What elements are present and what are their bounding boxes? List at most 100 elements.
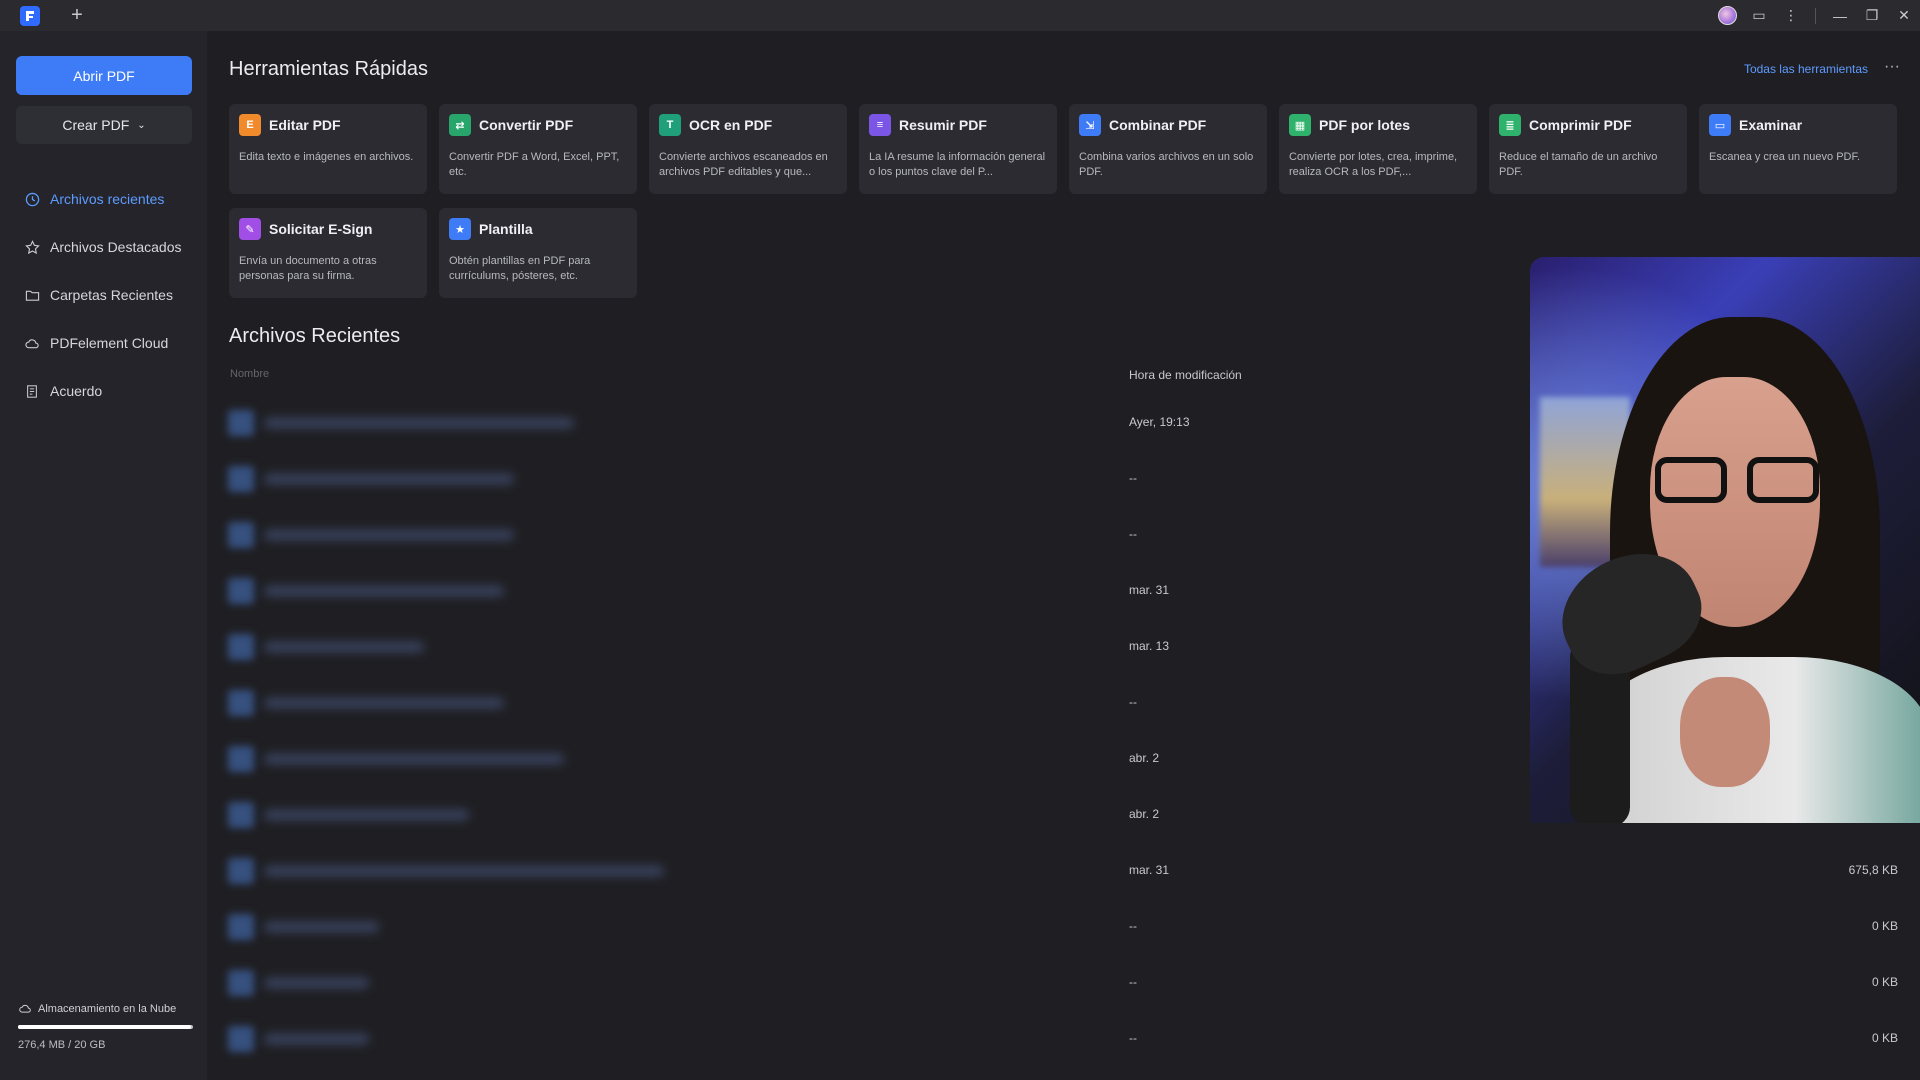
file-name-redacted <box>264 978 369 988</box>
pdf-file-icon <box>228 914 254 940</box>
more-options-icon[interactable]: ⋮ <box>1775 0 1807 31</box>
tool-icon: ≡ <box>869 114 891 136</box>
tool-description: Edita texto e imágenes en archivos. <box>239 151 414 163</box>
close-button[interactable]: ✕ <box>1888 0 1920 31</box>
tool-card[interactable]: ⇲ Combinar PDF Combina varios archivos en … <box>1069 104 1267 194</box>
tool-card[interactable]: ✎ Solicitar E-Sign Envía un documento a ot… <box>229 208 427 298</box>
more-options-icon[interactable]: ··· <box>1884 58 1900 76</box>
file-size: 675,8 KB <box>1848 863 1898 877</box>
cloud-icon <box>24 335 40 351</box>
tool-title: Editar PDF <box>269 117 341 133</box>
storage-label: Almacenamiento en la Nube <box>38 1003 177 1015</box>
tool-card[interactable]: ⇄ Convertir PDF Convertir PDF a Word, Exce… <box>439 104 637 194</box>
file-name-redacted <box>264 530 514 540</box>
file-modified-time: mar. 31 <box>1129 583 1170 597</box>
file-modified-time: abr. 2 <box>1129 751 1160 765</box>
tool-description: Convertir PDF a Word, Excel, PPT, etc. <box>449 151 620 178</box>
pdf-file-icon <box>228 802 254 828</box>
tool-icon: ⇄ <box>449 114 471 136</box>
webcam-overlay <box>1530 257 1920 823</box>
column-header-modified[interactable]: Hora de modificación <box>1129 368 1242 382</box>
file-name-redacted <box>264 698 504 708</box>
storage-usage: 276,4 MB / 20 GB <box>18 1039 106 1051</box>
file-name-redacted <box>264 474 514 484</box>
folder-icon <box>24 287 40 303</box>
file-name-redacted <box>264 754 564 764</box>
create-pdf-button[interactable]: Crear PDF ⌄ <box>16 106 192 144</box>
quick-tools-title: Herramientas Rápidas <box>229 58 428 80</box>
tool-icon: ⇲ <box>1079 114 1101 136</box>
file-modified-time: -- <box>1129 471 1137 485</box>
tool-title: PDF por lotes <box>1319 117 1411 133</box>
file-size: 0 KB <box>1871 1031 1898 1045</box>
tool-icon: ▦ <box>1289 114 1311 136</box>
tool-card[interactable]: ≣ Comprimir PDF Reduce el tamaño de un arc… <box>1489 104 1687 194</box>
pdf-file-icon <box>228 410 254 436</box>
restore-button[interactable]: ❐ <box>1856 0 1888 31</box>
cloud-storage-panel[interactable]: Almacenamiento en la Nube 276,4 MB / 20 … <box>18 1002 193 1051</box>
clock-icon <box>24 191 40 207</box>
chat-icon[interactable]: ▭ <box>1743 0 1775 31</box>
document-icon <box>24 383 40 399</box>
tool-icon: ▭ <box>1709 114 1731 136</box>
tool-title: Convertir PDF <box>479 117 574 133</box>
storage-progress-fill <box>18 1025 192 1029</box>
tool-icon: ★ <box>449 218 471 240</box>
tool-description: Obtén plantillas en PDF para currículums… <box>449 255 591 282</box>
star-icon <box>24 239 40 255</box>
minimize-button[interactable]: — <box>1824 0 1856 31</box>
titlebar-divider <box>1815 7 1816 24</box>
app-logo-icon[interactable] <box>20 6 40 26</box>
file-name-redacted <box>264 810 469 820</box>
sidebar-item-label: Acuerdo <box>50 383 103 399</box>
sidebar-item-label: Archivos Destacados <box>50 239 182 255</box>
tool-title: Comprimir PDF <box>1529 117 1632 133</box>
tool-description: Convierte por lotes, crea, imprime, real… <box>1289 151 1458 178</box>
all-tools-link[interactable]: Todas las herramientas <box>1744 62 1868 76</box>
file-modified-time: -- <box>1129 1031 1137 1045</box>
file-name-redacted <box>264 866 664 876</box>
tool-title: Examinar <box>1739 117 1803 133</box>
file-name-redacted <box>264 642 424 652</box>
table-row[interactable]: mar. 31 675,8 KB <box>228 850 1898 906</box>
sidebar-item-recent-files[interactable]: Archivos recientes <box>0 175 207 223</box>
new-tab-button[interactable]: + <box>66 4 88 26</box>
column-header-name[interactable]: Nombre <box>230 368 269 380</box>
tool-card[interactable]: ▭ Examinar Escanea y crea un nuevo PDF. <box>1699 104 1897 194</box>
tool-card[interactable]: E Editar PDF Edita texto e imágenes en arc… <box>229 104 427 194</box>
tool-card[interactable]: ★ Plantilla Obtén plantillas en PDF para c… <box>439 208 637 298</box>
table-row[interactable]: -- 0 KB <box>228 1018 1898 1074</box>
tool-description: La IA resume la información general o lo… <box>869 151 1046 178</box>
user-avatar[interactable] <box>1711 0 1743 31</box>
sidebar-item-starred[interactable]: Archivos Destacados <box>0 223 207 271</box>
file-size: 0 KB <box>1871 975 1898 989</box>
pdf-file-icon <box>228 634 254 660</box>
recent-files-title: Archivos Recientes <box>229 325 401 347</box>
sidebar-item-cloud[interactable]: PDFelement Cloud <box>0 319 207 367</box>
tool-icon: T <box>659 114 681 136</box>
storage-progress-bar <box>18 1025 193 1029</box>
sidebar: Abrir PDF Crear PDF ⌄ Archivos recientes… <box>0 31 207 1080</box>
pdf-file-icon <box>228 522 254 548</box>
file-name-redacted <box>264 418 574 428</box>
open-pdf-button[interactable]: Abrir PDF <box>16 56 192 95</box>
tool-icon: ≣ <box>1499 114 1521 136</box>
sidebar-item-agreement[interactable]: Acuerdo <box>0 367 207 415</box>
tool-card[interactable]: ▦ PDF por lotes Convierte por lotes, crea,… <box>1279 104 1477 194</box>
tool-title: Resumir PDF <box>899 117 987 133</box>
tool-card[interactable]: ≡ Resumir PDF La IA resume la información … <box>859 104 1057 194</box>
pdf-file-icon <box>228 970 254 996</box>
file-modified-time: -- <box>1129 975 1137 989</box>
table-row[interactable]: -- 0 KB <box>228 906 1898 962</box>
tool-icon: ✎ <box>239 218 261 240</box>
table-row[interactable]: -- 0 KB <box>228 962 1898 1018</box>
sidebar-item-label: Carpetas Recientes <box>50 287 173 303</box>
sidebar-item-recent-folders[interactable]: Carpetas Recientes <box>0 271 207 319</box>
tool-title: Combinar PDF <box>1109 117 1207 133</box>
sidebar-item-label: PDFelement Cloud <box>50 335 169 351</box>
file-modified-time: mar. 13 <box>1129 639 1170 653</box>
title-bar: + ▭ ⋮ — ❐ ✕ <box>0 0 1920 31</box>
tool-card[interactable]: T OCR en PDF Convierte archivos escaneados… <box>649 104 847 194</box>
pdf-file-icon <box>228 858 254 884</box>
pdf-file-icon <box>228 746 254 772</box>
